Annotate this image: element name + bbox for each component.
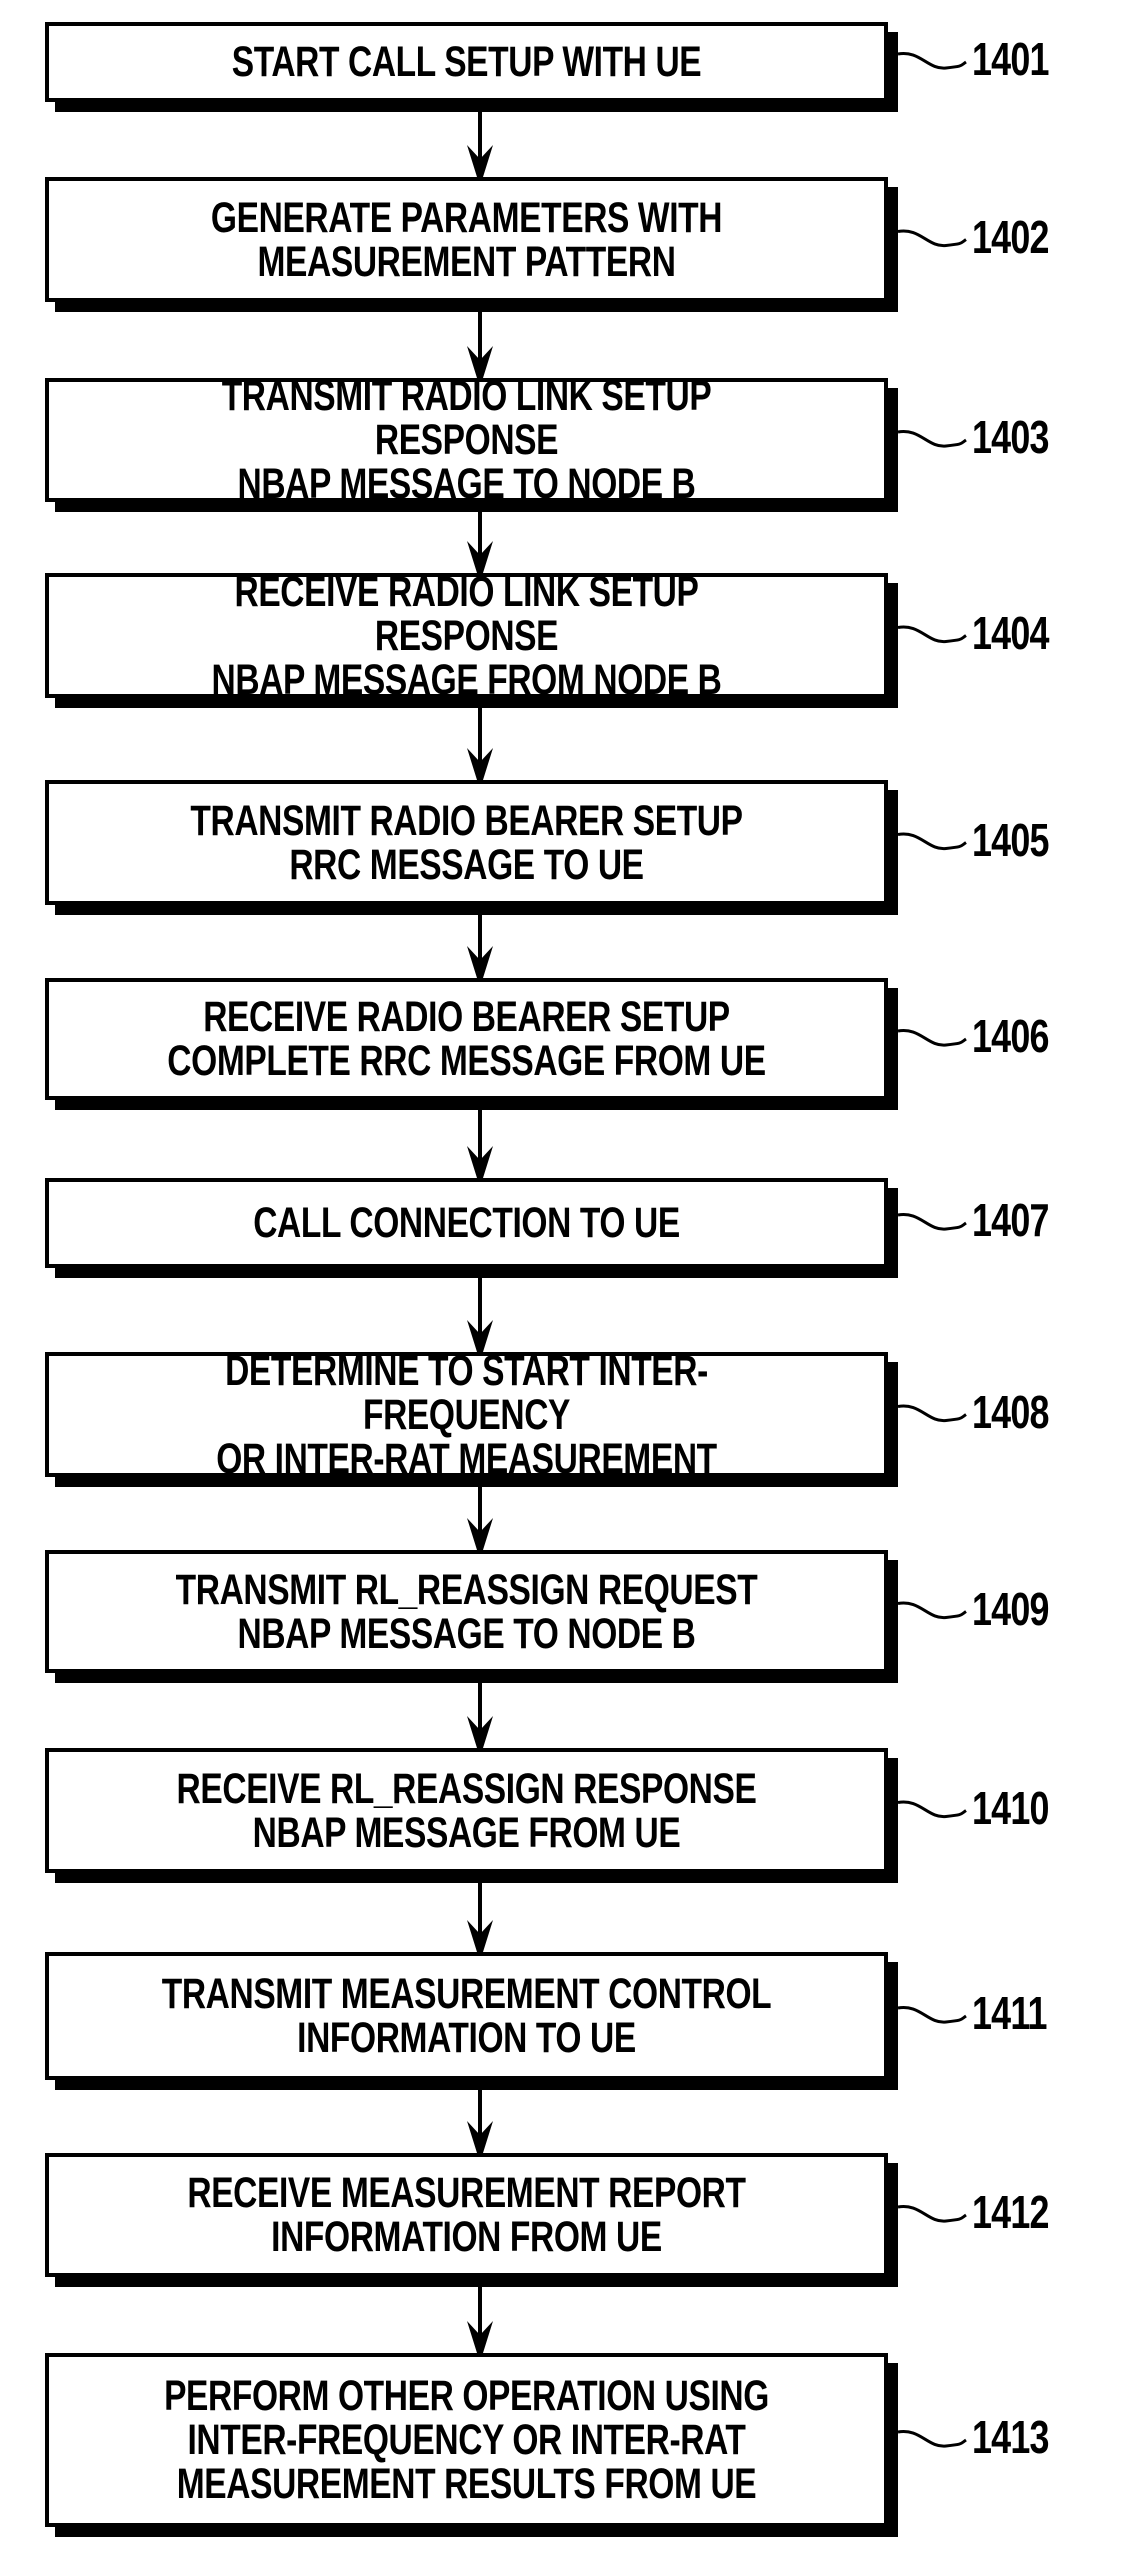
arrowhead-icon: [467, 2121, 493, 2153]
flow-arrow: [467, 1487, 493, 1550]
reference-numeral: 1408: [972, 1385, 1049, 1438]
step-text: RECEIVE MEASUREMENT REPORT INFORMATION F…: [187, 2169, 746, 2261]
step-text: RECEIVE RL_REASSIGN RESPONSE NBAP MESSAG…: [176, 1764, 757, 1857]
reference-numeral: 1403: [972, 411, 1049, 463]
leader-line: [897, 832, 967, 851]
reference-numeral: 1401: [972, 33, 1049, 85]
flow-arrow: [467, 1278, 493, 1352]
step-text: TRANSMIT RADIO LINK SETUP RESPONSE NBAP …: [221, 372, 712, 508]
step-box-1412: RECEIVE MEASUREMENT REPORT INFORMATION F…: [45, 2153, 888, 2277]
leader-line: [897, 2205, 967, 2223]
arrowhead-icon: [467, 1920, 493, 1952]
flowchart: START CALL SETUP WITH UE GENERATE PARAME…: [0, 0, 1126, 2575]
step-text: TRANSMIT RL_REASSIGN REQUEST NBAP MESSAG…: [175, 1565, 758, 1658]
arrowhead-icon: [467, 748, 493, 780]
step-box-1407: CALL CONNECTION TO UE: [45, 1178, 888, 1268]
step-text: DETERMINE TO START INTER-FREQUENCY OR IN…: [216, 1346, 717, 1483]
reference-numeral: 1410: [972, 1781, 1049, 1834]
leader-line: [897, 1213, 967, 1231]
flow-arrow: [467, 1883, 493, 1952]
flow-arrow: [467, 708, 493, 780]
leader-line: [897, 1029, 967, 1047]
reference-numeral: 1405: [972, 813, 1049, 866]
reference-numeral: 1413: [972, 2411, 1049, 2463]
arrowhead-icon: [467, 1518, 493, 1550]
reference-numeral: 1402: [972, 210, 1049, 263]
step-text: GENERATE PARAMETERS WITH MEASUREMENT PAT…: [210, 193, 723, 286]
step-text: RECEIVE RADIO BEARER SETUP COMPLETE RRC …: [167, 993, 766, 1085]
arrowhead-icon: [467, 145, 493, 177]
step-text: RECEIVE RADIO LINK SETUP RESPONSE NBAP M…: [211, 567, 722, 704]
step-box-1402: GENERATE PARAMETERS WITH MEASUREMENT PAT…: [45, 177, 888, 302]
flow-arrow: [467, 112, 493, 177]
arrowhead-icon: [467, 1716, 493, 1748]
reference-numeral: 1409: [972, 1582, 1049, 1635]
flow-arrow: [467, 312, 493, 378]
leader-line: [897, 1404, 967, 1423]
step-text: CALL CONNECTION TO UE: [253, 1199, 680, 1247]
flow-arrow: [467, 1683, 493, 1748]
reference-numeral: 1407: [972, 1194, 1049, 1246]
leader-line: [897, 430, 967, 448]
step-text: TRANSMIT RADIO BEARER SETUP RRC MESSAGE …: [190, 796, 743, 889]
leader-line: [897, 2006, 967, 2024]
leader-line: [897, 1601, 967, 1620]
reference-numeral: 1412: [972, 2186, 1049, 2238]
flow-arrow: [467, 915, 493, 978]
leader-line: [897, 625, 967, 644]
reference-numeral: 1404: [972, 606, 1049, 659]
step-box-1405: TRANSMIT RADIO BEARER SETUP RRC MESSAGE …: [45, 780, 888, 905]
leader-line: [897, 52, 967, 70]
arrowhead-icon: [467, 1146, 493, 1178]
leader-line: [897, 229, 967, 248]
step-text: TRANSMIT MEASUREMENT CONTROL INFORMATION…: [161, 1970, 772, 2062]
leader-line: [897, 1800, 967, 1819]
reference-numeral: 1411: [972, 1987, 1047, 2039]
step-box-1410: RECEIVE RL_REASSIGN RESPONSE NBAP MESSAG…: [45, 1748, 888, 1873]
flow-arrow: [467, 1110, 493, 1178]
flow-arrow: [467, 2090, 493, 2153]
flow-arrow: [467, 512, 493, 573]
step-box-1409: TRANSMIT RL_REASSIGN REQUEST NBAP MESSAG…: [45, 1550, 888, 1673]
step-text: PERFORM OTHER OPERATION USING INTER-FREQ…: [164, 2372, 769, 2508]
step-box-1403: TRANSMIT RADIO LINK SETUP RESPONSE NBAP …: [45, 374, 888, 506]
step-box-1401: START CALL SETUP WITH UE: [45, 22, 888, 102]
leader-line: [897, 2430, 967, 2448]
flow-arrow: [467, 2287, 493, 2353]
arrowhead-icon: [467, 2321, 493, 2353]
step-box-1413: PERFORM OTHER OPERATION USING INTER-FREQ…: [45, 2353, 888, 2527]
step-box-1408: DETERMINE TO START INTER-FREQUENCY OR IN…: [45, 1349, 888, 1481]
reference-numeral: 1406: [972, 1010, 1049, 1062]
step-box-1411: TRANSMIT MEASUREMENT CONTROL INFORMATION…: [45, 1952, 888, 2080]
arrowhead-icon: [467, 946, 493, 978]
step-box-1406: RECEIVE RADIO BEARER SETUP COMPLETE RRC …: [45, 978, 888, 1100]
step-text: START CALL SETUP WITH UE: [231, 38, 702, 86]
step-box-1404: RECEIVE RADIO LINK SETUP RESPONSE NBAP M…: [45, 570, 888, 702]
